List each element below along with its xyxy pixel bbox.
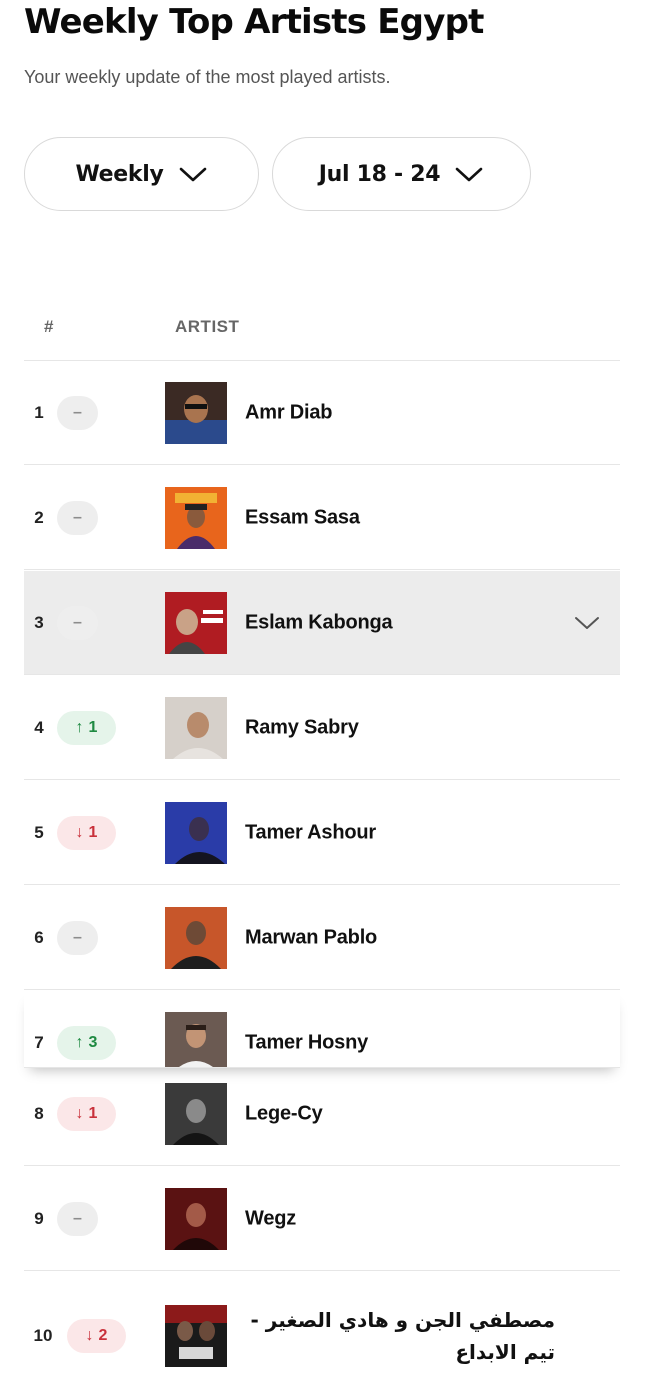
rank-change-badge: –: [57, 395, 98, 430]
page-subtitle: Your weekly update of the most played ar…: [24, 67, 391, 87]
rank-number: 1: [34, 402, 44, 422]
table-row[interactable]: 4 ↑ 1 Ramy Sabry: [24, 676, 620, 780]
rank-change-badge: ↑ 1: [57, 710, 116, 745]
chevron-down-icon: [454, 164, 484, 184]
table-row[interactable]: 2 – Essam Sasa: [24, 466, 620, 570]
artist-name[interactable]: Wegz: [245, 1207, 296, 1230]
artist-avatar: [165, 591, 227, 654]
table-row[interactable]: 7 ↑ 3 Tamer Hosny: [24, 991, 620, 1068]
table-row[interactable]: 8 ↓ 1 Lege-Cy: [24, 1062, 620, 1166]
artist-name[interactable]: مصطفي الجن و هادي الصغير - تيم الابداع: [245, 1304, 556, 1368]
page-title: Weekly Top Artists Egypt: [24, 2, 484, 42]
change-value: 1: [88, 823, 98, 841]
rank-number: 7: [34, 1033, 44, 1052]
rank-number: 2: [34, 507, 44, 527]
rank-change-badge: –: [57, 605, 98, 640]
change-value: –: [73, 403, 82, 421]
change-value: –: [73, 1209, 82, 1227]
rank-number: 8: [34, 1103, 44, 1123]
arrow-down-icon: ↓: [75, 823, 84, 841]
table-row[interactable]: 6 – Marwan Pablo: [24, 886, 620, 990]
artist-avatar: [165, 486, 227, 549]
rank-change-badge: ↑ 3: [57, 1026, 116, 1060]
table-row[interactable]: 9 – Wegz: [24, 1167, 620, 1271]
rank-change-badge: ↓ 1: [57, 1096, 116, 1131]
change-value: –: [73, 613, 82, 631]
date-range-dropdown[interactable]: Jul 18 - 24: [272, 137, 531, 211]
artist-avatar: [165, 801, 227, 864]
artist-column-header: ARTIST: [175, 317, 240, 336]
rank-number: 9: [34, 1208, 44, 1228]
artist-avatar: [165, 1187, 227, 1250]
change-value: 3: [88, 1034, 98, 1051]
artist-avatar: [165, 1305, 227, 1367]
rank-change-badge: ↓ 1: [57, 815, 116, 850]
artist-name[interactable]: Essam Sasa: [245, 506, 360, 529]
artist-name[interactable]: Tamer Ashour: [245, 821, 376, 844]
arrow-up-icon: ↑: [75, 1034, 84, 1051]
table-row[interactable]: 1 – Amr Diab: [24, 361, 620, 465]
change-value: 1: [88, 718, 98, 736]
artist-name[interactable]: Lege-Cy: [245, 1102, 323, 1125]
change-value: –: [73, 508, 82, 526]
arrow-down-icon: ↓: [75, 1104, 84, 1122]
rank-number: 6: [34, 927, 44, 947]
rank-number: 3: [34, 612, 44, 632]
arrow-down-icon: ↓: [85, 1327, 94, 1344]
table-row[interactable]: 10 ↓ 2 مصطفي الجن و هادي الصغير - تيم الا…: [24, 1272, 620, 1400]
rank-number: 10: [33, 1326, 53, 1345]
rank-change-badge: –: [57, 500, 98, 535]
arrow-up-icon: ↑: [75, 718, 84, 736]
change-value: 1: [88, 1104, 98, 1122]
rank-column-header: #: [44, 317, 54, 336]
period-dropdown-label: Weekly: [75, 161, 164, 187]
change-value: 2: [98, 1327, 108, 1344]
change-value: –: [73, 928, 82, 946]
rank-change-badge: ↓ 2: [67, 1319, 126, 1353]
artist-avatar: [165, 1082, 227, 1145]
artist-avatar: [165, 906, 227, 969]
artist-name[interactable]: Eslam Kabonga: [245, 611, 393, 634]
table-row[interactable]: 5 ↓ 1 Tamer Ashour: [24, 781, 620, 885]
artist-name[interactable]: Tamer Hosny: [245, 1032, 368, 1055]
artist-avatar: [165, 696, 227, 759]
period-dropdown[interactable]: Weekly: [24, 137, 259, 211]
date-range-dropdown-label: Jul 18 - 24: [318, 161, 441, 187]
artist-name[interactable]: Ramy Sabry: [245, 716, 359, 739]
artist-avatar: [165, 381, 227, 444]
table-row-selected[interactable]: 3 – Eslam Kabonga: [24, 571, 620, 675]
rank-change-badge: –: [57, 920, 98, 955]
rank-number: 5: [34, 822, 44, 842]
rank-change-badge: –: [57, 1201, 98, 1236]
artist-avatar: [165, 1012, 227, 1067]
chevron-down-icon[interactable]: [574, 614, 600, 632]
rank-number: 4: [34, 717, 44, 737]
artist-name[interactable]: Amr Diab: [245, 401, 333, 424]
chevron-down-icon: [178, 164, 208, 184]
artist-name[interactable]: Marwan Pablo: [245, 926, 377, 949]
